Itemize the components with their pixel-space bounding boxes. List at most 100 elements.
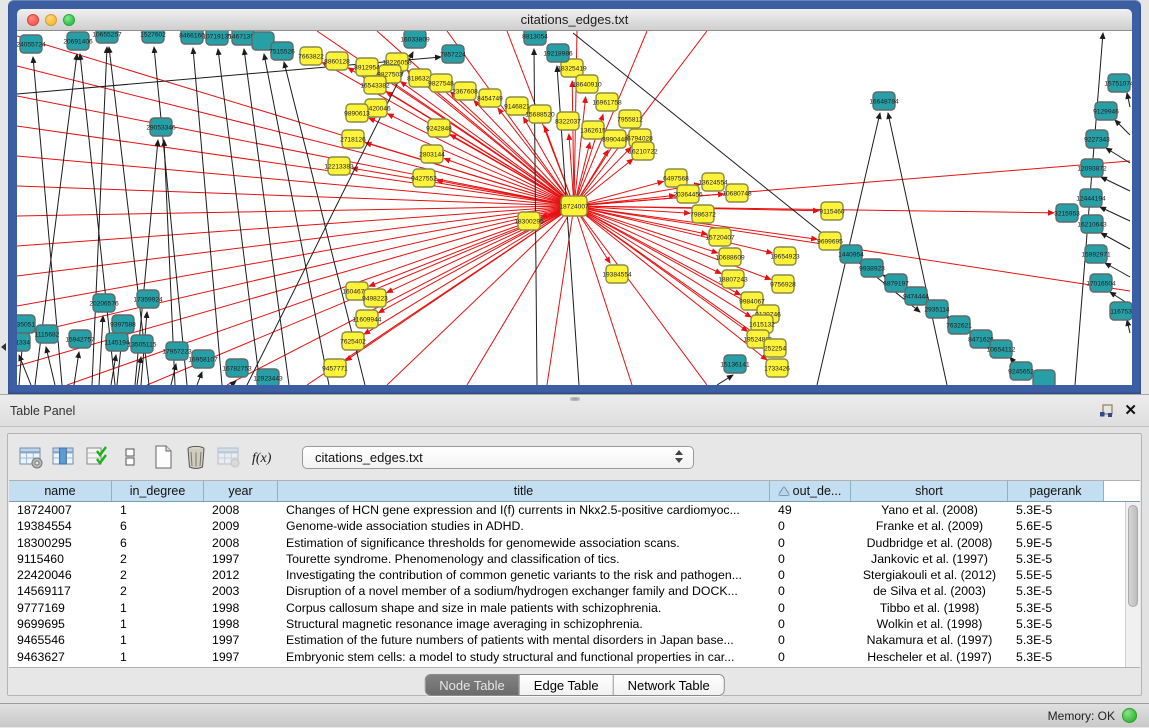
memory-ok-indicator[interactable] bbox=[1122, 708, 1137, 723]
graph-node[interactable]: 19218986 bbox=[543, 44, 573, 62]
graph-node[interactable]: 12093872 bbox=[1077, 159, 1107, 177]
graph-node[interactable]: 15751074 bbox=[1104, 74, 1132, 92]
graph-node[interactable]: 20691406 bbox=[63, 32, 93, 50]
graph-node[interactable]: 19654923 bbox=[770, 247, 800, 265]
graph-node[interactable]: 7955812 bbox=[617, 110, 643, 128]
graph-node[interactable]: 15720407 bbox=[705, 228, 735, 246]
graph-node[interactable]: 7632621 bbox=[946, 316, 972, 334]
graph-node[interactable]: 9756928 bbox=[770, 275, 796, 293]
graph-node[interactable]: 9699695 bbox=[817, 232, 843, 250]
table-row[interactable]: 1456911722003Disruption of a novel membe… bbox=[9, 583, 1125, 599]
scrollbar-thumb[interactable] bbox=[1128, 505, 1138, 607]
table-selector-dropdown[interactable]: citations_edges.txt bbox=[302, 446, 694, 469]
close-panel-icon[interactable]: ✕ bbox=[1124, 400, 1137, 422]
vertical-scrollbar[interactable] bbox=[1125, 502, 1140, 667]
graph-node[interactable]: 15942757 bbox=[65, 330, 95, 348]
graph-node[interactable]: 15688520 bbox=[525, 105, 555, 123]
collapsed-panel-arrow-icon[interactable] bbox=[1, 343, 6, 351]
graph-node[interactable]: 252254 bbox=[764, 339, 786, 357]
graph-node[interactable]: 7625402 bbox=[340, 332, 366, 350]
graph-node[interactable]: 18300295 bbox=[514, 212, 544, 230]
network-window-titlebar[interactable]: citations_edges.txt bbox=[17, 9, 1132, 31]
graph-node[interactable]: 10680748 bbox=[722, 184, 752, 202]
column-header-year[interactable]: year bbox=[204, 481, 278, 501]
graph-node[interactable]: 1733426 bbox=[764, 359, 790, 377]
graph-node[interactable]: 9890613 bbox=[344, 104, 370, 122]
column-header-name[interactable]: name bbox=[9, 481, 112, 501]
graph-node[interactable]: 1115682 bbox=[35, 325, 60, 343]
graph-node[interactable]: 7986372 bbox=[690, 205, 716, 223]
graph-node[interactable]: 10655257 bbox=[92, 31, 122, 43]
graph-node[interactable]: 16033809 bbox=[400, 31, 430, 48]
column-header-short[interactable]: short bbox=[851, 481, 1008, 501]
table-row[interactable]: 946554611997Estimation of the future num… bbox=[9, 632, 1125, 648]
graph-node[interactable]: 3215953 bbox=[1054, 204, 1080, 222]
float-panel-icon[interactable] bbox=[1099, 404, 1113, 418]
column-header-out_de[interactable]: out_de... bbox=[770, 481, 851, 501]
select-rows-icon[interactable] bbox=[82, 443, 112, 471]
graph-node[interactable]: 12213383 bbox=[324, 157, 354, 175]
network-canvas[interactable]: 1872400776638228860128891295418226058982… bbox=[17, 31, 1132, 385]
graph-node[interactable]: 9227343 bbox=[1084, 130, 1110, 148]
graph-node[interactable]: 18724007 bbox=[559, 196, 589, 216]
graph-node[interactable]: 10688609 bbox=[715, 248, 745, 266]
function-builder-icon[interactable]: f(x) bbox=[247, 443, 277, 471]
graph-node[interactable]: 17016504 bbox=[1086, 274, 1116, 292]
column-header-title[interactable]: title bbox=[278, 481, 770, 501]
graph-node[interactable]: 9498223 bbox=[362, 289, 388, 307]
graph-node[interactable]: 2803144 bbox=[419, 145, 445, 163]
graph-node[interactable]: 8454749 bbox=[477, 89, 503, 107]
graph-node[interactable]: 11609944 bbox=[353, 310, 382, 328]
graph-node[interactable] bbox=[1033, 370, 1055, 385]
graph-node[interactable]: 10654112 bbox=[987, 340, 1016, 358]
graph-node[interactable]: 9115460 bbox=[819, 202, 845, 220]
graph-node[interactable]: 16782753 bbox=[222, 359, 252, 377]
tab-network-table[interactable]: Network Table bbox=[613, 675, 724, 695]
graph-node[interactable]: 135051 bbox=[17, 315, 35, 333]
graph-node[interactable]: 9827548 bbox=[428, 74, 454, 92]
graph-node[interactable]: 17359924 bbox=[133, 290, 163, 308]
graph-node[interactable]: 2718126 bbox=[340, 130, 366, 148]
tab-node-table[interactable]: Node Table bbox=[425, 675, 519, 695]
table-row[interactable]: 977716911998Corpus callosum shape and si… bbox=[9, 600, 1125, 616]
graph-node[interactable]: 9245652 bbox=[1008, 362, 1034, 380]
graph-node[interactable]: 19384554 bbox=[602, 265, 632, 283]
graph-node[interactable]: 391334 bbox=[17, 333, 30, 351]
table-row[interactable]: 969969511998Structural magnetic resonanc… bbox=[9, 616, 1125, 632]
graph-node[interactable]: 9397588 bbox=[110, 315, 136, 333]
graph-node[interactable]: 20206576 bbox=[89, 294, 119, 312]
column-header-in_degree[interactable]: in_degree bbox=[112, 481, 204, 501]
table-row[interactable]: 1938455462009Genome-wide association stu… bbox=[9, 518, 1125, 534]
toggle-column-icon[interactable] bbox=[49, 443, 79, 471]
graph-node[interactable]: 24055724 bbox=[17, 35, 46, 53]
graph-node[interactable]: 12923443 bbox=[253, 369, 283, 385]
graph-node[interactable]: 7857224 bbox=[440, 45, 466, 63]
graph-node[interactable]: 16543382 bbox=[360, 76, 390, 94]
new-table-icon[interactable] bbox=[148, 443, 178, 471]
tab-edge-table[interactable]: Edge Table bbox=[519, 675, 613, 695]
table-row[interactable]: 911546021997Tourette syndrome. Phenomeno… bbox=[9, 551, 1125, 567]
table-row[interactable]: 946362711997Embryonic stem cells: a mode… bbox=[9, 649, 1125, 665]
graph-node[interactable]: 8466160 bbox=[179, 31, 205, 44]
splitter-handle[interactable] bbox=[570, 397, 580, 401]
delete-table-icon[interactable] bbox=[181, 443, 211, 471]
graph-node[interactable]: 16210643 bbox=[1077, 215, 1107, 233]
table-settings-icon[interactable] bbox=[16, 443, 46, 471]
graph-node[interactable]: 1145194 bbox=[104, 333, 130, 351]
graph-node[interactable]: 2935114 bbox=[924, 300, 950, 318]
graph-node[interactable]: 8322037 bbox=[555, 112, 581, 130]
column-header-pagerank[interactable]: pagerank bbox=[1008, 481, 1104, 501]
graph-node[interactable]: 8813054 bbox=[522, 31, 548, 45]
table-row[interactable]: 1872400712008Changes of HCN gene express… bbox=[9, 502, 1125, 518]
graph-node[interactable]: 13624554 bbox=[698, 173, 728, 191]
graph-node[interactable]: 9427552 bbox=[411, 169, 437, 187]
graph-node[interactable]: 15136141 bbox=[720, 355, 750, 373]
graph-node[interactable]: 29053346 bbox=[146, 118, 176, 136]
graph-node[interactable]: 2367608 bbox=[452, 82, 478, 100]
graph-node[interactable]: 18807243 bbox=[718, 270, 748, 288]
graph-node[interactable]: 16961758 bbox=[592, 93, 622, 111]
graph-node[interactable]: 16958107 bbox=[188, 350, 218, 368]
graph-node[interactable]: 9938923 bbox=[859, 259, 885, 277]
graph-node[interactable]: 9129946 bbox=[1093, 102, 1119, 120]
graph-node[interactable]: 15992971 bbox=[1081, 245, 1111, 263]
